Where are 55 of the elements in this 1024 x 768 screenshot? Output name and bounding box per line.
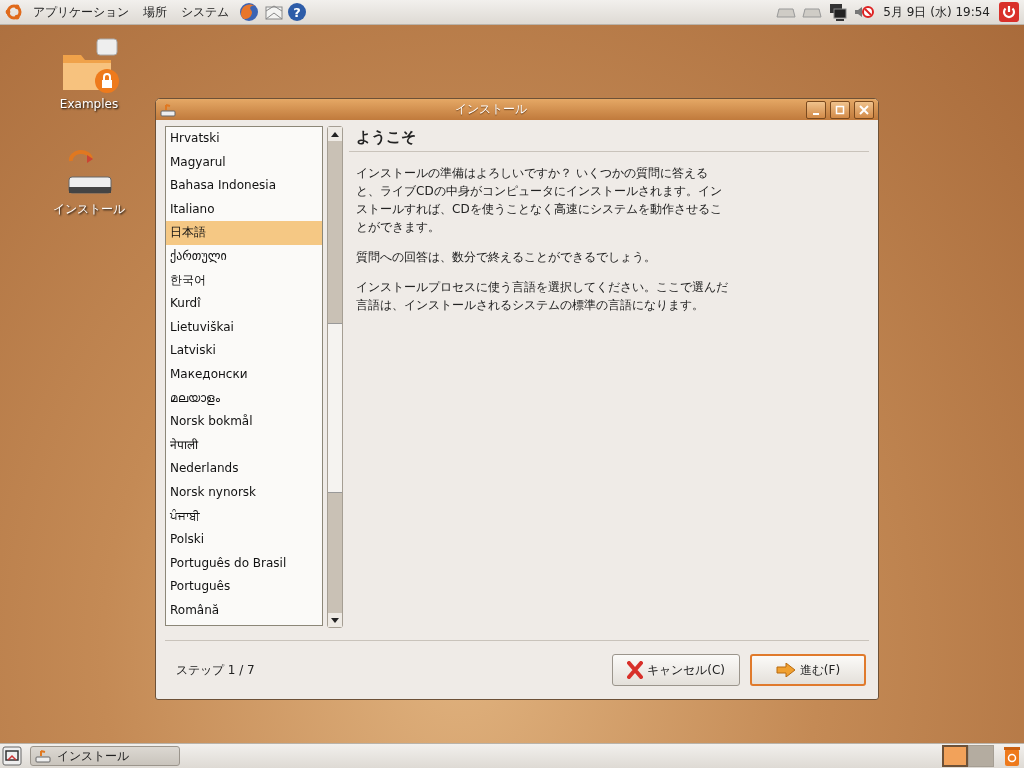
- right-arrow-icon: [775, 663, 796, 677]
- page-heading: ようこそ: [349, 126, 869, 152]
- paragraph: インストールの準備はよろしいですか？ いくつかの質問に答えると、ライブCDの中身がコンピュータにインストールされます。インストールすれば、CDを使うことなく高速にシステムを動作させることができます。: [356, 165, 723, 236]
- step-indicator: ステップ 1 / 7: [176, 661, 256, 679]
- trash-icon[interactable]: [1002, 745, 1022, 767]
- language-item[interactable]: 日本語: [166, 221, 322, 245]
- language-item[interactable]: Italiano: [166, 197, 322, 222]
- language-item[interactable]: Português do Brasil: [166, 551, 322, 576]
- menu-item[interactable]: アプリケーション: [28, 1, 134, 23]
- maximize-icon[interactable]: [835, 104, 845, 115]
- language-item[interactable]: ქართული: [166, 244, 322, 269]
- ubuntu-logo-icon[interactable]: [4, 2, 24, 22]
- language-item[interactable]: Македонски: [166, 362, 322, 387]
- menu-item[interactable]: 場所: [138, 1, 172, 23]
- muted-speaker-icon[interactable]: [853, 3, 876, 21]
- installer-icon: [35, 748, 51, 764]
- language-item[interactable]: Kurdî: [166, 292, 322, 316]
- language-item[interactable]: Nederlands: [166, 457, 322, 481]
- installer-icon: [160, 101, 176, 118]
- language-item[interactable]: ਪੰਜਾਬੀ: [166, 504, 322, 529]
- language-item[interactable]: 한국어: [166, 268, 322, 293]
- workspace-tile[interactable]: [968, 745, 994, 767]
- language-item[interactable]: Polski: [166, 528, 322, 552]
- language-item[interactable]: नेपाली: [166, 433, 322, 458]
- menu-item[interactable]: システム: [176, 1, 234, 23]
- language-item[interactable]: Magyarul: [166, 150, 322, 175]
- power-icon[interactable]: [998, 1, 1020, 23]
- up-arrow-icon[interactable]: [331, 131, 339, 137]
- close-icon[interactable]: [859, 104, 869, 115]
- network-icon[interactable]: [827, 2, 850, 22]
- help-icon[interactable]: ?: [288, 3, 306, 21]
- cancel-button[interactable]: キャンセル(C): [612, 654, 740, 686]
- language-item[interactable]: Lietuviškai: [166, 315, 322, 340]
- language-item[interactable]: Bahasa Indonesia: [166, 174, 322, 198]
- language-item[interactable]: Română: [166, 598, 322, 623]
- paragraph: インストールプロセスに使う言語を選択してください。ここで選んだ言語は、インストールされるシステムの標準の言語になります。: [356, 279, 729, 314]
- scrollbar[interactable]: [327, 126, 343, 628]
- clock[interactable]: 5月 9日 (水) 19:54: [879, 3, 994, 21]
- firefox-icon[interactable]: [238, 1, 260, 23]
- show-desktop-icon[interactable]: [2, 746, 22, 766]
- language-item[interactable]: Latviski: [166, 339, 322, 363]
- language-item[interactable]: Português: [166, 575, 322, 599]
- window-title: インストール: [454, 101, 528, 118]
- language-item[interactable]: മലയാളം: [166, 386, 322, 411]
- language-item[interactable]: Norsk nynorsk: [166, 480, 322, 505]
- cross-icon: [627, 661, 644, 679]
- down-arrow-icon[interactable]: [331, 617, 339, 623]
- workspace-tile[interactable]: [942, 745, 968, 767]
- language-item[interactable]: Norsk bokmål: [166, 410, 322, 434]
- language-item[interactable]: Hrvatski: [166, 127, 322, 151]
- paragraph: 質問への回答は、数分で終えることができるでしょう。: [356, 249, 657, 266]
- scrollbar-thumb[interactable]: [328, 323, 342, 493]
- forward-button[interactable]: 進む(F): [750, 654, 866, 686]
- desktop-icon-label[interactable]: Examples: [59, 97, 119, 111]
- taskbar-button[interactable]: インストール: [30, 746, 180, 766]
